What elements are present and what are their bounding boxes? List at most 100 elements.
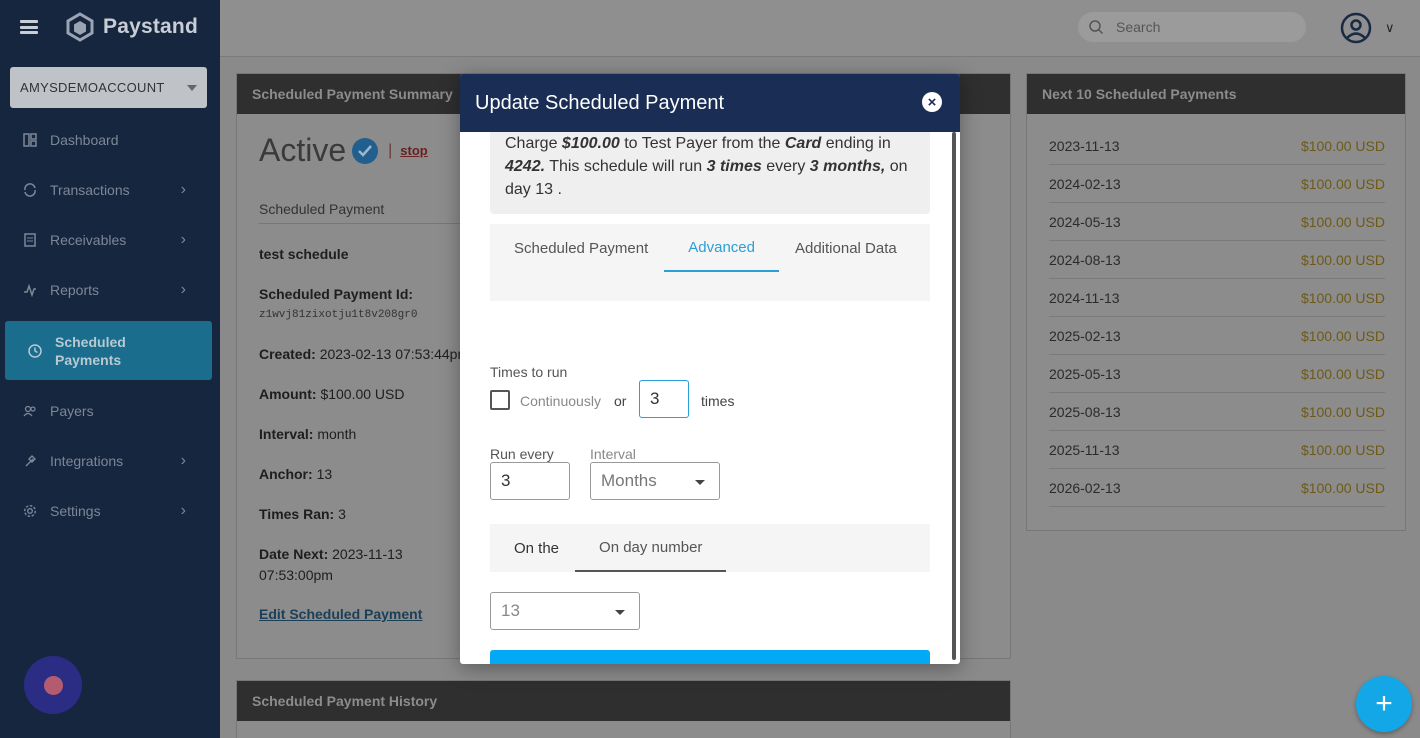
- chevron-right-icon: ›: [180, 452, 186, 469]
- sidebar-item-label: Payers: [50, 403, 94, 419]
- created-value: 2023-02-13 07:53:44pm: [319, 346, 470, 362]
- continuously-checkbox[interactable]: [490, 390, 510, 410]
- times-ran-value: 3: [338, 506, 346, 522]
- modal-header: Update Scheduled Payment ×: [460, 74, 960, 132]
- list-item: 2024-02-13 $100.00 USD: [1049, 165, 1385, 203]
- list-item: 2025-08-13 $100.00 USD: [1049, 393, 1385, 431]
- sidebar-item-integrations[interactable]: Integrations ›: [0, 436, 220, 486]
- id-label: Scheduled Payment Id:: [259, 286, 414, 302]
- payment-amount: $100.00 USD: [1300, 479, 1385, 496]
- add-button[interactable]: +: [1356, 676, 1412, 732]
- day-number-select[interactable]: 13: [490, 592, 640, 630]
- list-item: 2025-02-13 $100.00 USD: [1049, 317, 1385, 355]
- payers-icon: [22, 403, 38, 419]
- payment-date: 2023-11-13: [1049, 137, 1120, 154]
- card-header: Scheduled Payment History: [237, 681, 1010, 721]
- chevron-down-icon[interactable]: ∨: [1385, 20, 1395, 36]
- sidebar-item-receivables[interactable]: Receivables ›: [0, 215, 220, 265]
- topbar: Search ∨: [220, 0, 1420, 57]
- anchor-row: Anchor: 13: [259, 466, 332, 482]
- brand-name: Paystand: [103, 15, 198, 38]
- payment-amount: $100.00 USD: [1300, 251, 1385, 268]
- search-input[interactable]: Search: [1078, 12, 1306, 42]
- sidebar-item-label: Receivables: [50, 232, 127, 248]
- sidebar-item-payers[interactable]: Payers: [0, 386, 220, 436]
- interval-select[interactable]: Months: [590, 462, 720, 500]
- brand-logo[interactable]: Paystand: [65, 12, 198, 42]
- chevron-right-icon: ›: [180, 281, 186, 298]
- amount-label: Amount:: [259, 386, 317, 402]
- list-item: 2024-08-13 $100.00 USD: [1049, 241, 1385, 279]
- run-every-label: Run every: [490, 446, 554, 462]
- update-scheduled-payment-modal: Update Scheduled Payment × Charge $100.0…: [460, 74, 960, 664]
- charge-every: 3 months,: [809, 158, 886, 175]
- sidebar-item-dashboard[interactable]: Dashboard: [0, 115, 220, 165]
- date-next-time: 07:53:00pm: [259, 567, 333, 583]
- caret-down-icon: [615, 610, 625, 615]
- account-selector[interactable]: AMYSDEMOACCOUNT: [10, 67, 207, 108]
- sidebar-item-label: Settings: [50, 503, 101, 519]
- charge-text: This schedule will run: [545, 158, 707, 175]
- list-item: 2024-11-13 $100.00 USD: [1049, 279, 1385, 317]
- anchor-label: Anchor:: [259, 466, 313, 482]
- modal-tabs: Scheduled Payment Advanced Additional Da…: [490, 224, 930, 301]
- sidebar-item-reports[interactable]: Reports ›: [0, 265, 220, 315]
- sidebar-item-scheduled-payments[interactable]: Scheduled Payments: [5, 321, 212, 380]
- created-label: Created:: [259, 346, 316, 362]
- chevron-right-icon: ›: [180, 502, 186, 519]
- reports-icon: [22, 282, 38, 298]
- record-icon: [43, 675, 63, 695]
- sidebar: Paystand AMYSDEMOACCOUNT Dashboard Trans…: [0, 0, 220, 738]
- integrations-icon: [22, 453, 38, 469]
- charge-times: 3 times: [706, 158, 762, 175]
- search-icon: [1089, 20, 1104, 35]
- list-item: 2026-02-13 $100.00 USD: [1049, 469, 1385, 507]
- times-input[interactable]: 3: [639, 380, 689, 418]
- payment-amount: $100.00 USD: [1300, 289, 1385, 306]
- payment-date: 2024-05-13: [1049, 213, 1121, 230]
- record-button[interactable]: [24, 656, 82, 714]
- interval-value: Months: [601, 471, 657, 490]
- menu-icon[interactable]: [20, 20, 38, 34]
- sidebar-item-label: Reports: [50, 282, 100, 298]
- payment-amount: $100.00 USD: [1300, 137, 1385, 154]
- payment-amount: $100.00 USD: [1300, 175, 1385, 192]
- sidebar-item-transactions[interactable]: Transactions ›: [0, 165, 220, 215]
- list-item: 2025-05-13 $100.00 USD: [1049, 355, 1385, 393]
- schedule-name: test schedule: [259, 246, 349, 262]
- scrollbar[interactable]: [952, 132, 956, 660]
- payment-date: 2025-05-13: [1049, 365, 1121, 382]
- day-tabs: On the On day number: [490, 524, 930, 572]
- date-next-row: Date Next: 2023-11-13: [259, 546, 403, 562]
- tab-advanced[interactable]: Advanced: [664, 224, 779, 272]
- payment-date: 2025-11-13: [1049, 441, 1120, 458]
- charge-summary: Charge $100.00 to Test Payer from the Ca…: [490, 132, 930, 214]
- check-icon: [352, 137, 379, 164]
- amount-value: $100.00 USD: [320, 386, 405, 402]
- tab-scheduled-payment[interactable]: Scheduled Payment: [498, 224, 664, 272]
- sidebar-item-settings[interactable]: Settings ›: [0, 486, 220, 536]
- tab-on-the[interactable]: On the: [498, 524, 575, 572]
- update-scheduled-payment-button[interactable]: Update Scheduled Payment: [490, 650, 930, 664]
- tab-on-day-number[interactable]: On day number: [575, 524, 727, 572]
- payment-date: 2024-02-13: [1049, 175, 1121, 192]
- stop-link[interactable]: stop: [400, 143, 427, 158]
- date-next-value: 2023-11-13: [332, 546, 403, 562]
- card-last4: 4242.: [505, 158, 546, 175]
- sidebar-nav: Dashboard Transactions › Receivables › R…: [0, 115, 220, 536]
- list-item: 2023-11-13 $100.00 USD: [1049, 127, 1385, 165]
- payment-date: 2024-08-13: [1049, 251, 1121, 268]
- chevron-right-icon: ›: [180, 231, 186, 248]
- close-icon[interactable]: ×: [922, 92, 942, 112]
- charge-text: to Test Payer from the: [619, 135, 785, 152]
- payment-amount: $100.00 USD: [1300, 365, 1385, 382]
- user-avatar-icon[interactable]: [1340, 12, 1372, 44]
- edit-scheduled-payment-link[interactable]: Edit Scheduled Payment: [259, 606, 422, 622]
- tab-additional-data[interactable]: Additional Data: [779, 224, 913, 272]
- interval-row: Interval: month: [259, 426, 356, 442]
- times-ran-label: Times Ran:: [259, 506, 335, 522]
- anchor-value: 13: [316, 466, 333, 482]
- separator: |: [388, 141, 393, 159]
- payment-date: 2024-11-13: [1049, 289, 1120, 306]
- run-every-input[interactable]: 3: [490, 462, 570, 500]
